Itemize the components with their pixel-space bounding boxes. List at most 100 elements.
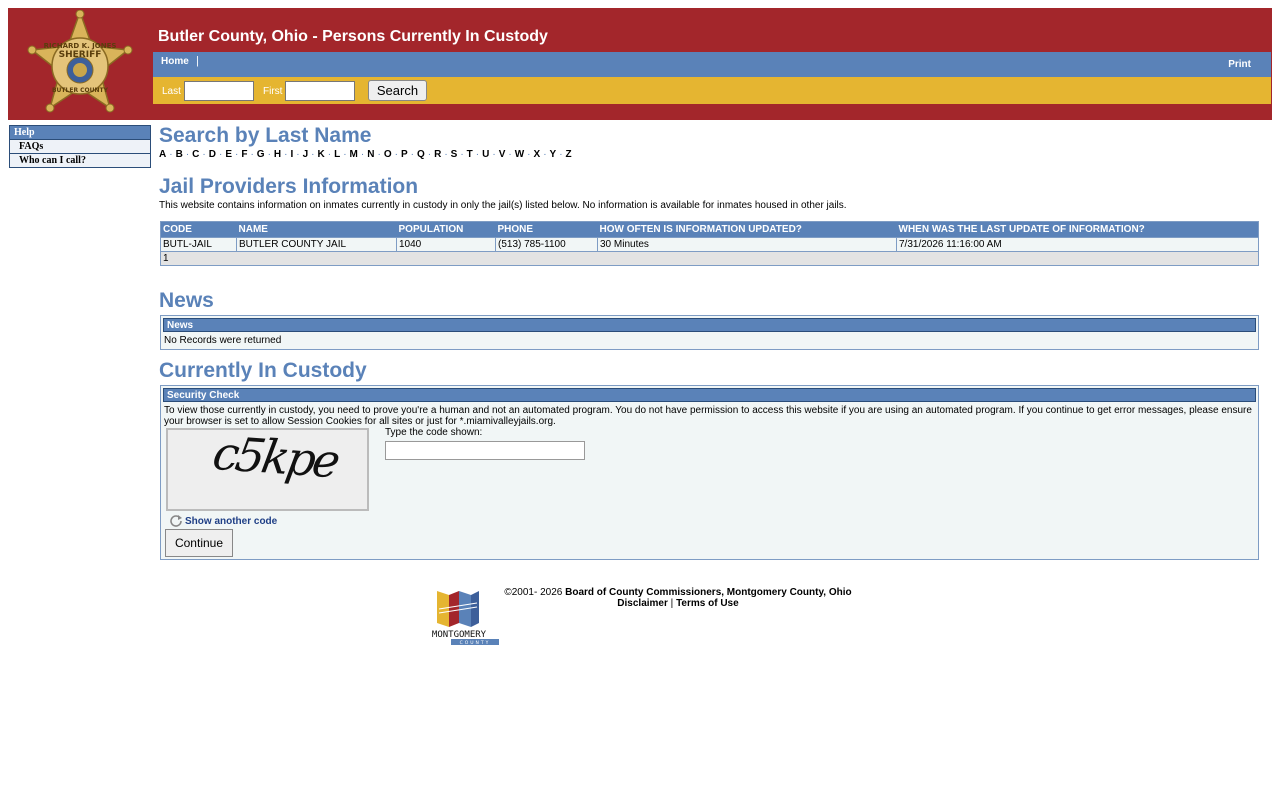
letter-link-t[interactable]: T [467, 149, 473, 160]
table-row: BUTL-JAIL BUTLER COUNTY JAIL 1040 (513) … [160, 237, 1259, 252]
copyright-text: ©2001- 2026 [504, 587, 563, 598]
svg-text:BUTLER COUNTY: BUTLER COUNTY [52, 87, 109, 94]
letter-separator: · [234, 149, 239, 160]
help-heading: Help [10, 126, 150, 139]
column-header: POPULATION [396, 221, 496, 238]
terms-of-use-link[interactable]: Terms of Use [676, 598, 739, 609]
show-another-code-link[interactable]: Show another code [169, 513, 277, 527]
help-sidebar: Help FAQs Who can I call? [9, 125, 151, 168]
letter-separator: · [508, 149, 512, 160]
column-header: WHEN WAS THE LAST UPDATE OF INFORMATION? [896, 221, 1259, 238]
search-button[interactable]: Search [368, 80, 427, 101]
footer: ©2001- 2026 Board of County Commissioner… [504, 587, 852, 609]
letter-separator: · [444, 149, 448, 160]
disclaimer-link[interactable]: Disclaimer [617, 598, 668, 609]
providers-description: This website contains information on inm… [159, 200, 847, 211]
site-header: RICHARD K. JONES SHERIFF BUTLER COUNTY B… [8, 8, 1272, 120]
news-panel-heading: News [163, 318, 1256, 332]
sidebar-item-faqs[interactable]: FAQs [10, 139, 150, 153]
show-another-code-label: Show another code [185, 516, 278, 527]
refresh-icon [170, 515, 182, 527]
footer-separator: | [670, 598, 674, 609]
table-footer-row: 1 [160, 251, 1259, 266]
column-header: CODE [160, 221, 237, 238]
column-header: PHONE [495, 221, 598, 238]
letter-separator: · [327, 149, 332, 160]
letter-separator: · [543, 149, 547, 160]
first-name-input[interactable] [285, 81, 355, 101]
letter-separator: · [527, 149, 531, 160]
page-title: Butler County, Ohio - Persons Currently … [158, 28, 548, 45]
news-heading: News [159, 289, 214, 312]
letter-link-e[interactable]: E [225, 149, 232, 160]
column-header: NAME [236, 221, 397, 238]
svg-text:RICHARD K. JONES: RICHARD K. JONES [44, 42, 117, 50]
letter-link-d[interactable]: D [209, 149, 216, 160]
letter-link-w[interactable]: W [515, 149, 524, 160]
table-cell: 7/31/2026 11:16:00 AM [896, 237, 1259, 252]
letter-link-o[interactable]: O [384, 149, 392, 160]
letter-separator: · [185, 149, 190, 160]
table-cell: (513) 785-1100 [495, 237, 598, 252]
security-check-panel: Security Check To view those currently i… [160, 385, 1259, 560]
letter-link-z[interactable]: Z [566, 149, 572, 160]
letter-separator: · [559, 149, 563, 160]
search-by-last-name-heading: Search by Last Name [159, 124, 372, 147]
letter-separator: · [218, 149, 223, 160]
letter-link-g[interactable]: G [257, 149, 265, 160]
copyright-owner: Board of County Commissioners, Montgomer… [565, 587, 852, 598]
letter-separator: · [492, 149, 496, 160]
letter-separator: · [169, 149, 173, 160]
letter-separator: · [475, 149, 480, 160]
letter-separator: · [343, 149, 347, 160]
jail-providers-table: CODE NAME POPULATION PHONE HOW OFTEN IS … [160, 221, 1259, 266]
letter-link-q[interactable]: Q [417, 149, 425, 160]
security-check-message: To view those currently in custody, you … [164, 405, 1252, 427]
table-header-row: CODE NAME POPULATION PHONE HOW OFTEN IS … [160, 221, 1259, 238]
jail-providers-heading: Jail Providers Information [159, 175, 419, 198]
security-check-heading: Security Check [163, 388, 1256, 402]
captcha-code: c5kpe [208, 425, 342, 489]
letter-separator: · [460, 149, 464, 160]
table-cell: 30 Minutes [597, 237, 897, 252]
column-header: HOW OFTEN IS INFORMATION UPDATED? [597, 221, 897, 238]
nav-bar: Home | Print [153, 52, 1271, 77]
print-link[interactable]: Print [1228, 59, 1251, 70]
last-name-input[interactable] [184, 81, 254, 101]
letter-separator: · [311, 149, 315, 160]
letter-separator: · [267, 149, 271, 160]
svg-text:MONTGOMERY: MONTGOMERY [432, 630, 487, 640]
first-name-label: First [263, 86, 283, 97]
table-cell: BUTL-JAIL [160, 237, 237, 252]
letter-link-k[interactable]: K [318, 149, 325, 160]
letter-separator: · [394, 149, 398, 160]
alphabet-index: A · B · C · D · E · F · G · H · I · J · K · L · M · N · O · P · Q · R · S · T ·… [159, 149, 1259, 160]
captcha-image: c5kpe [166, 425, 369, 511]
currently-in-custody-heading: Currently In Custody [159, 359, 367, 382]
pager[interactable]: 1 [160, 251, 1259, 266]
nav-separator: | [196, 55, 199, 67]
letter-separator: · [377, 149, 381, 160]
letter-separator: · [296, 149, 300, 160]
name-search-bar: Last First Search [153, 77, 1271, 104]
sidebar-item-who-can-i-call[interactable]: Who can I call? [10, 153, 150, 167]
letter-separator: · [427, 149, 432, 160]
table-cell: BUTLER COUNTY JAIL [236, 237, 397, 252]
nav-home-link[interactable]: Home [161, 56, 189, 67]
letter-separator: · [410, 149, 414, 160]
continue-button[interactable]: Continue [165, 529, 233, 557]
montgomery-county-logo: MONTGOMERY COUNTY [432, 591, 499, 646]
letter-separator: · [250, 149, 254, 160]
letter-link-m[interactable]: M [350, 149, 358, 160]
letter-link-b[interactable]: B [176, 149, 183, 160]
letter-link-p[interactable]: P [401, 149, 408, 160]
captcha-code-input[interactable] [385, 441, 585, 460]
captcha-code-label: Type the code shown: [385, 427, 483, 438]
main-content: Search by Last Name A · B · C · D · E · F · G · H · I · J ·… [159, 124, 1259, 560]
news-empty-message: No Records were returned [164, 335, 282, 346]
letter-separator: · [202, 149, 206, 160]
svg-text:SHERIFF: SHERIFF [59, 50, 102, 60]
table-cell: 1040 [396, 237, 496, 252]
letter-separator: · [360, 149, 365, 160]
sheriff-badge-logo: RICHARD K. JONES SHERIFF BUTLER COUNTY [27, 10, 133, 113]
